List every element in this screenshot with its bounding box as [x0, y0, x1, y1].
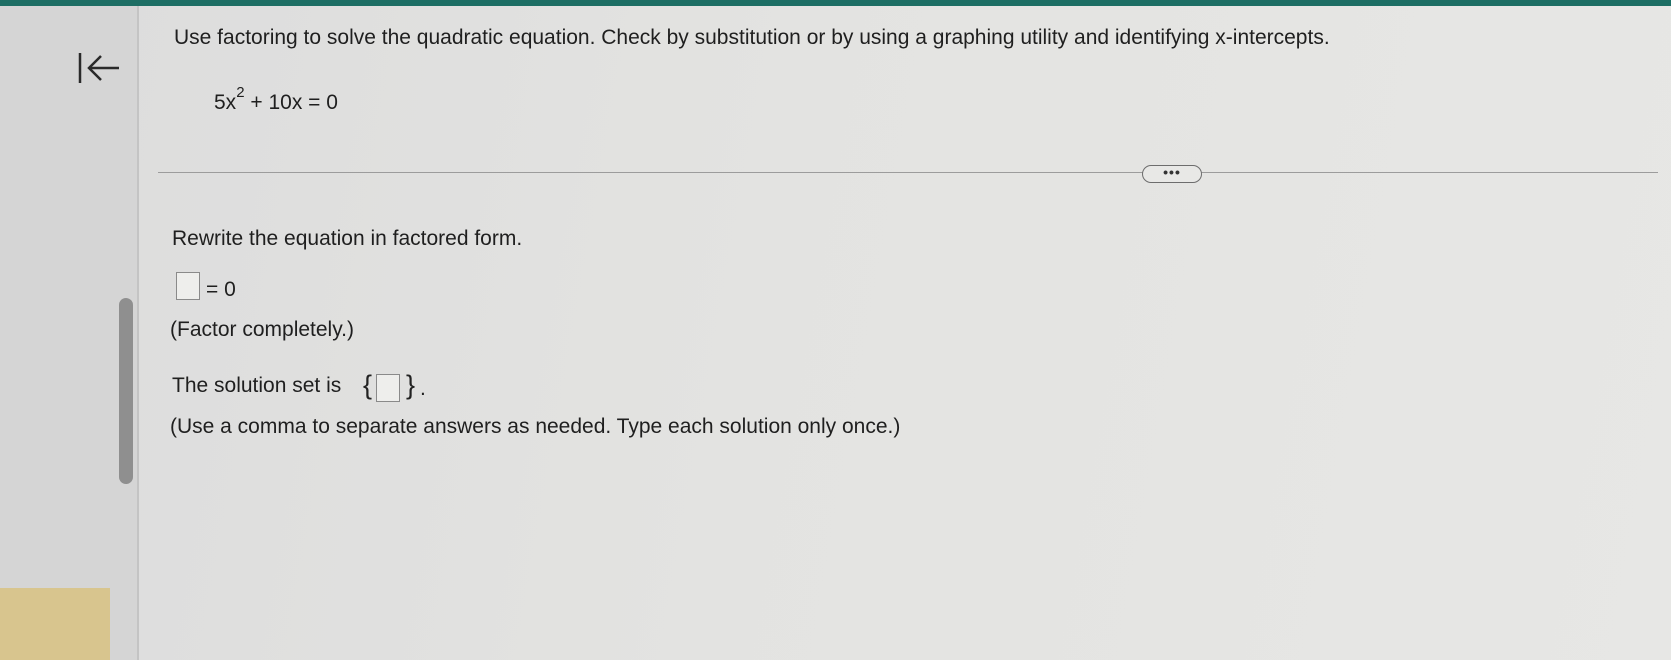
close-brace: }	[406, 370, 416, 400]
equation-rest: + 10x = 0	[250, 91, 338, 114]
quadratic-equation: 5x2 + 10x = 0	[214, 84, 338, 115]
question-instruction: Use factoring to solve the quadratic equ…	[174, 26, 1330, 49]
collapse-left-icon[interactable]	[77, 50, 121, 86]
scrollbar-thumb[interactable]	[119, 298, 133, 484]
equation-term-a: 5x	[214, 91, 237, 114]
panel-divider	[137, 6, 139, 660]
solution-set-input[interactable]	[376, 374, 400, 402]
solution-period: .	[420, 377, 426, 400]
factor-hint: (Factor completely.)	[170, 318, 354, 341]
question-content: Use factoring to solve the quadratic equ…	[158, 0, 1658, 660]
equals-zero-label: = 0	[206, 278, 236, 301]
section-divider	[158, 172, 1658, 173]
left-panel	[0, 6, 138, 660]
factored-form-input[interactable]	[176, 272, 200, 300]
left-panel-accent	[0, 588, 110, 660]
solution-set-prompt: The solution set is	[172, 374, 342, 397]
solution-hint: (Use a comma to separate answers as need…	[170, 415, 901, 438]
open-brace: {	[363, 370, 373, 400]
factored-form-prompt: Rewrite the equation in factored form.	[172, 227, 523, 250]
more-options-button[interactable]: •••	[1142, 165, 1202, 183]
equation-exponent: 2	[236, 84, 245, 101]
